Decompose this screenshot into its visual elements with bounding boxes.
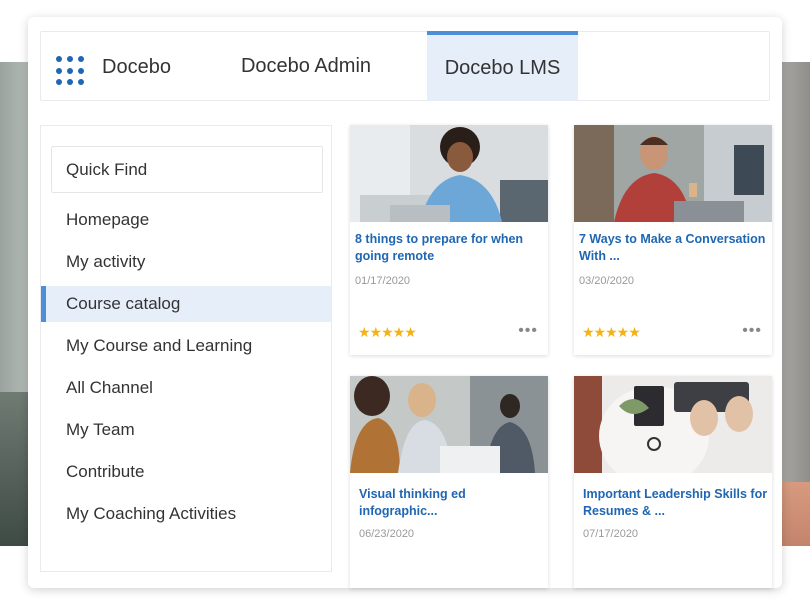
course-title[interactable]: 8 things to prepare for when going remot… [355, 231, 543, 265]
course-title[interactable]: 7 Ways to Make a Conversation With ... [579, 231, 767, 265]
course-date: 06/23/2020 [359, 528, 415, 540]
course-title[interactable]: Visual thinking ed infographic... [359, 486, 547, 520]
course-card[interactable]: Important Leadership Skills for Resumes … [574, 376, 772, 588]
course-card[interactable]: 7 Ways to Make a Conversation With ... 0… [574, 125, 772, 355]
quick-find-input[interactable]: Quick Find [51, 146, 323, 193]
grid-dots-icon[interactable] [56, 56, 86, 86]
sidebar-item-my-course-and-learning[interactable]: My Course and Learning [41, 328, 331, 364]
course-date: 01/17/2020 [355, 275, 411, 287]
more-options-icon[interactable]: ••• [742, 322, 762, 340]
more-options-icon[interactable]: ••• [518, 322, 538, 340]
course-title[interactable]: Important Leadership Skills for Resumes … [583, 486, 771, 520]
course-thumbnail-image [574, 376, 772, 473]
sidebar-item-all-channel[interactable]: All Channel [41, 370, 331, 406]
course-thumbnail-image [574, 125, 772, 222]
course-card[interactable]: 8 things to prepare for when going remot… [350, 125, 548, 355]
course-thumbnail-image [350, 376, 548, 473]
app-window: Docebo Docebo Admin Docebo LMS Quick Fin… [28, 17, 782, 588]
sidebar-item-my-coaching-activities[interactable]: My Coaching Activities [41, 496, 331, 532]
tab-docebo-admin[interactable]: Docebo Admin [221, 32, 391, 101]
course-thumbnail[interactable] [574, 125, 772, 222]
rating-stars: ★★★★★ [358, 324, 417, 340]
rating-stars: ★★★★★ [582, 324, 641, 340]
course-thumbnail[interactable] [350, 376, 548, 473]
sidebar-item-my-activity[interactable]: My activity [41, 244, 331, 280]
sidebar-item-course-catalog[interactable]: Course catalog [41, 286, 331, 322]
sidebar-menu: Quick Find Homepage My activity Course c… [40, 125, 332, 572]
sidebar-item-my-team[interactable]: My Team [41, 412, 331, 448]
course-card[interactable]: Visual thinking ed infographic... 06/23/… [350, 376, 548, 588]
top-navigation-bar: Docebo Docebo Admin Docebo LMS [40, 31, 770, 101]
course-thumbnail-image [350, 125, 548, 222]
course-date: 03/20/2020 [579, 275, 635, 287]
tab-docebo-lms[interactable]: Docebo LMS [427, 31, 578, 101]
course-date: 07/17/2020 [583, 528, 639, 540]
sidebar-item-contribute[interactable]: Contribute [41, 454, 331, 490]
sidebar-item-homepage[interactable]: Homepage [41, 202, 331, 238]
course-thumbnail[interactable] [574, 376, 772, 473]
course-thumbnail[interactable] [350, 125, 548, 222]
brand-name: Docebo [102, 56, 171, 78]
